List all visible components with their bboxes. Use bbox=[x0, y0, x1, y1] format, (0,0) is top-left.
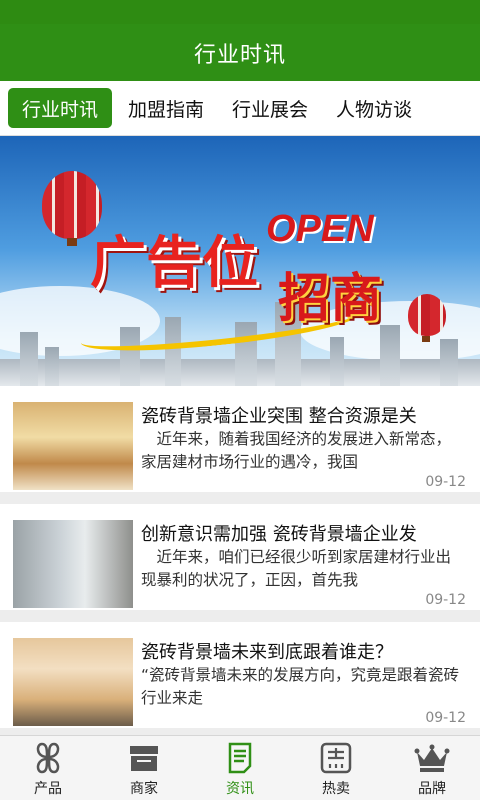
article-thumbnail bbox=[13, 520, 133, 608]
building bbox=[20, 332, 38, 387]
building bbox=[330, 337, 344, 387]
article-thumbnail bbox=[13, 638, 133, 726]
article-summary: 近年来，随着我国经济的发展进入新常态，家居建材市场行业的遇冷，我国 bbox=[141, 430, 452, 471]
balloon-basket bbox=[67, 238, 77, 246]
crown-icon bbox=[414, 744, 450, 772]
clover-icon bbox=[36, 742, 60, 774]
nav-merchants[interactable]: 商家 bbox=[96, 736, 192, 800]
article-date: 09-12 bbox=[425, 710, 466, 726]
article-item[interactable]: 瓷砖背景墙企业突围 整合资源是关 近年来，随着我国经济的发展进入新常态，家居建材… bbox=[0, 386, 480, 492]
nav-products[interactable]: 产品 bbox=[0, 736, 96, 800]
news-document-icon bbox=[228, 742, 252, 774]
banner-sub-text: 招商 bbox=[278, 268, 383, 329]
building bbox=[380, 325, 400, 387]
building bbox=[440, 339, 458, 387]
nav-label: 品牌 bbox=[418, 781, 446, 797]
article-date: 09-12 bbox=[425, 592, 466, 608]
balloon-basket bbox=[422, 336, 430, 342]
article-date: 09-12 bbox=[425, 474, 466, 490]
article-summary: “瓷砖背景墙未来的发展方向，究竟是跟着瓷砖行业来走 bbox=[141, 666, 460, 707]
article-thumbnail bbox=[13, 402, 133, 490]
article-item[interactable]: 瓷砖背景墙未来到底跟着谁走？ “瓷砖背景墙未来的发展方向，究竟是跟着瓷砖行业来走… bbox=[0, 622, 480, 728]
nav-hot-sale[interactable]: 热卖 bbox=[288, 736, 384, 800]
article-item[interactable]: 创新意识需加强 瓷砖背景墙企业发 近年来，咱们已经很少听到家居建材行业出现暴利的… bbox=[0, 504, 480, 610]
bottom-navigation: 产品 商家 资讯 热卖 品牌 bbox=[0, 735, 480, 800]
store-icon bbox=[130, 746, 158, 771]
nav-label: 热卖 bbox=[322, 781, 350, 797]
article-title: 瓷砖背景墙未来到底跟着谁走？ bbox=[141, 642, 393, 663]
tab-franchise-guide[interactable]: 加盟指南 bbox=[116, 88, 216, 128]
page-title-bar: 行业时讯 bbox=[0, 24, 480, 81]
article-title: 瓷砖背景墙企业突围 整合资源是关 bbox=[141, 406, 417, 427]
nav-label: 产品 bbox=[34, 781, 62, 797]
banner-main-text: 广告位 bbox=[90, 230, 258, 296]
article-title: 创新意识需加强 瓷砖背景墙企业发 bbox=[141, 524, 417, 545]
page-title: 行业时讯 bbox=[193, 42, 286, 68]
category-tabs: 行业时讯 加盟指南 行业展会 人物访谈 bbox=[0, 81, 480, 136]
building bbox=[45, 347, 59, 387]
tab-industry-expo[interactable]: 行业展会 bbox=[220, 88, 320, 128]
ad-banner[interactable]: 广告位 OPEN 招商 bbox=[0, 136, 480, 387]
status-bar bbox=[0, 0, 480, 24]
nav-label: 资讯 bbox=[226, 781, 254, 797]
nav-news[interactable]: 资讯 bbox=[192, 736, 288, 800]
nav-label: 商家 bbox=[130, 781, 158, 797]
article-list: 瓷砖背景墙企业突围 整合资源是关 近年来，随着我国经济的发展进入新常态，家居建材… bbox=[0, 386, 480, 740]
hot-sale-icon bbox=[320, 742, 352, 774]
tab-interviews[interactable]: 人物访谈 bbox=[324, 88, 424, 128]
nav-brands[interactable]: 品牌 bbox=[384, 736, 480, 800]
tab-industry-news[interactable]: 行业时讯 bbox=[8, 88, 113, 128]
banner-open-text: OPEN bbox=[266, 208, 374, 250]
article-summary: 近年来，咱们已经很少听到家居建材行业出现暴利的状况了，正因，首先我 bbox=[141, 548, 452, 589]
hot-air-balloon-icon bbox=[408, 294, 446, 336]
